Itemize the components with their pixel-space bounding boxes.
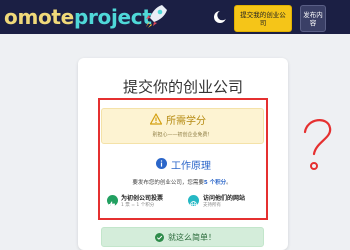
rocket-icon xyxy=(146,5,167,28)
page-title: 提交你的创业公司 xyxy=(122,78,243,96)
dark-mode-moon-icon[interactable] xyxy=(213,10,227,24)
handwritten-question-mark xyxy=(303,119,332,170)
logo-text-part2: project xyxy=(73,5,152,29)
check-circle-icon xyxy=(155,233,164,242)
simple-banner: 就这么简单！ xyxy=(101,227,264,247)
logo-text-part1: omote xyxy=(4,5,74,29)
site-logo[interactable]: omoteproject xyxy=(4,5,152,29)
annotation-highlight-box xyxy=(98,98,268,220)
simple-text: 就这么简单！ xyxy=(168,233,216,242)
post-content-button[interactable]: 发布内容 xyxy=(300,5,326,32)
submit-startup-button[interactable]: 提交我的创业公司 xyxy=(234,5,292,32)
